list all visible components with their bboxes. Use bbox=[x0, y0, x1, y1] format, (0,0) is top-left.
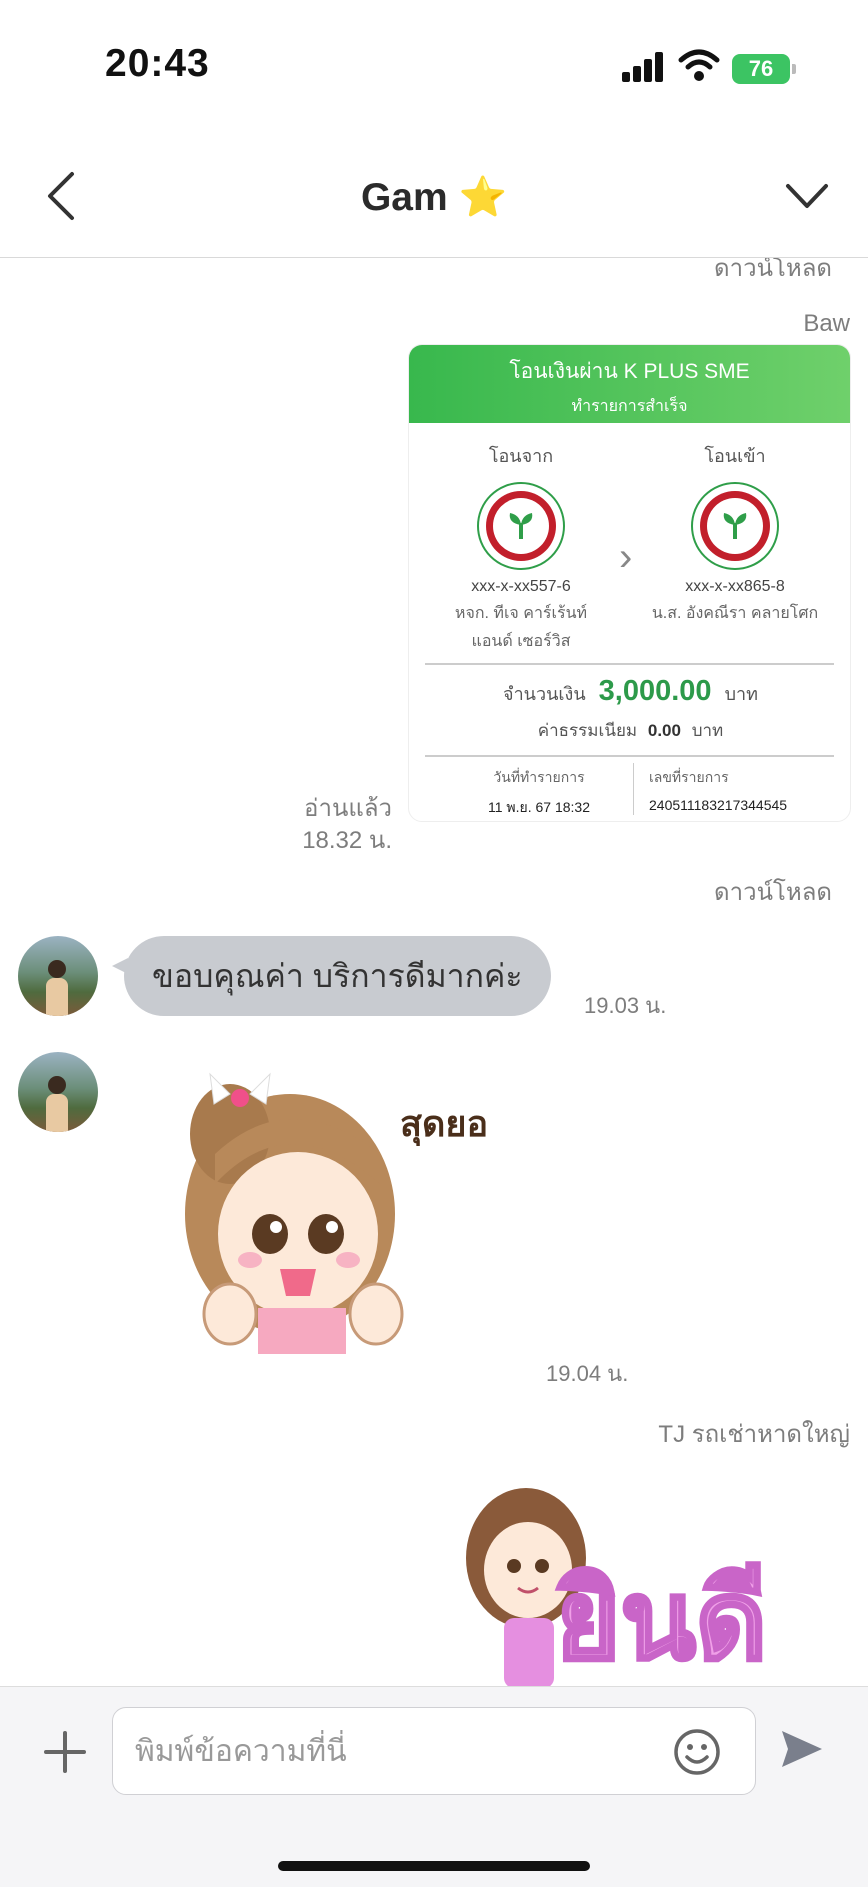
status-bar: 20:43 76 bbox=[0, 0, 868, 130]
from-account-number: xxx-x-xx557-6 bbox=[471, 578, 571, 595]
avatar[interactable] bbox=[18, 936, 98, 1016]
message-time: 19.04 น. bbox=[546, 1361, 629, 1386]
from-account-name-2: แอนด์ เซอร์วิส bbox=[471, 633, 571, 650]
chat-area[interactable]: ดาวน์โหลด Baw โอนเงินผ่าน K PLUS SME ทำร… bbox=[0, 258, 868, 1686]
sticker-caption: ยินดี bbox=[556, 1556, 767, 1684]
status-time: 20:43 bbox=[105, 42, 210, 85]
chat-header: Gam ⭐ bbox=[0, 130, 868, 258]
amount-value: 3,000.00 bbox=[598, 675, 712, 707]
avatar[interactable] bbox=[18, 1052, 98, 1132]
download-link[interactable]: ดาวน์โหลด bbox=[714, 872, 832, 911]
fee-currency: บาท bbox=[691, 721, 724, 740]
to-account-block: โอนเข้า xxx-x-xx865-8 น.ส. อังคณีรา คลาย… bbox=[645, 441, 825, 628]
fee-row: ค่าธรรมเนียม 0.00 บาท bbox=[409, 717, 850, 744]
sticker-welcome-girl[interactable]: ยินดี bbox=[456, 1478, 836, 1686]
amount-row: จำนวนเงิน 3,000.00 บาท bbox=[409, 675, 850, 708]
amount-currency: บาท bbox=[724, 684, 758, 704]
divider bbox=[425, 663, 834, 665]
receipt-header: โอนเงินผ่าน K PLUS SME ทำรายการสำเร็จ bbox=[409, 345, 850, 423]
receipt-subtitle: ทำรายการสำเร็จ bbox=[571, 398, 688, 415]
divider bbox=[425, 755, 834, 757]
cellular-signal-icon bbox=[622, 50, 666, 82]
amount-label: จำนวนเงิน bbox=[503, 684, 586, 704]
ref-value: 240511183217344545 bbox=[649, 797, 788, 813]
home-indicator[interactable] bbox=[278, 1861, 590, 1871]
sender-name: Baw bbox=[803, 310, 850, 337]
transfer-receipt-image[interactable]: โอนเงินผ่าน K PLUS SME ทำรายการสำเร็จ โอ… bbox=[408, 344, 851, 822]
to-account-name: น.ส. อังคณีรา คลายโศก bbox=[651, 605, 819, 622]
read-time: 18.32 น. bbox=[302, 827, 392, 854]
download-link-top[interactable]: ดาวน์โหลด bbox=[714, 258, 832, 287]
kbank-logo-icon bbox=[691, 482, 779, 570]
message-time: 19.03 น. bbox=[584, 993, 667, 1018]
send-icon[interactable] bbox=[778, 1725, 826, 1773]
fee-label: ค่าธรรมเนียม bbox=[537, 721, 638, 740]
plus-icon[interactable] bbox=[40, 1727, 90, 1777]
chat-title: Gam ⭐ bbox=[360, 176, 508, 219]
ref-label: เลขที่รายการ bbox=[649, 769, 729, 785]
fee-value: 0.00 bbox=[647, 721, 681, 740]
from-account-block: โอนจาก xxx-x-xx557-6 หจก. ทีเจ คาร์เร้นท… bbox=[431, 441, 611, 656]
from-label: โอนจาก bbox=[488, 446, 554, 466]
sticker-thumbs-up-girl[interactable]: สุดยอด bbox=[170, 1064, 490, 1354]
sticker-caption: สุดยอด bbox=[400, 1104, 490, 1147]
divider bbox=[633, 763, 634, 815]
message-input-bar: พิมพ์ข้อความที่นี่ bbox=[0, 1686, 868, 1887]
kbank-logo-icon bbox=[477, 482, 565, 570]
incoming-message-bubble[interactable]: ขอบคุณค่า บริการดีมากค่ะ bbox=[112, 936, 551, 1016]
chevron-right-icon: › bbox=[619, 535, 633, 579]
battery-icon: 76 bbox=[732, 54, 796, 84]
wifi-icon bbox=[678, 49, 720, 81]
message-input[interactable]: พิมพ์ข้อความที่นี่ bbox=[112, 1707, 756, 1795]
to-label: โอนเข้า bbox=[704, 446, 766, 466]
emoji-icon[interactable] bbox=[672, 1727, 722, 1777]
sender-name: TJ รถเช่าหาดใหญ่ bbox=[658, 1421, 850, 1448]
receipt-title: โอนเงินผ่าน K PLUS SME bbox=[509, 360, 750, 383]
from-account-name: หจก. ทีเจ คาร์เร้นท์ bbox=[454, 605, 588, 622]
date-label: วันที่ทำรายการ bbox=[493, 769, 585, 785]
to-account-number: xxx-x-xx865-8 bbox=[685, 578, 785, 595]
chevron-down-icon[interactable] bbox=[784, 176, 830, 216]
date-value: 11 พ.ย. 67 18:32 bbox=[487, 799, 591, 815]
